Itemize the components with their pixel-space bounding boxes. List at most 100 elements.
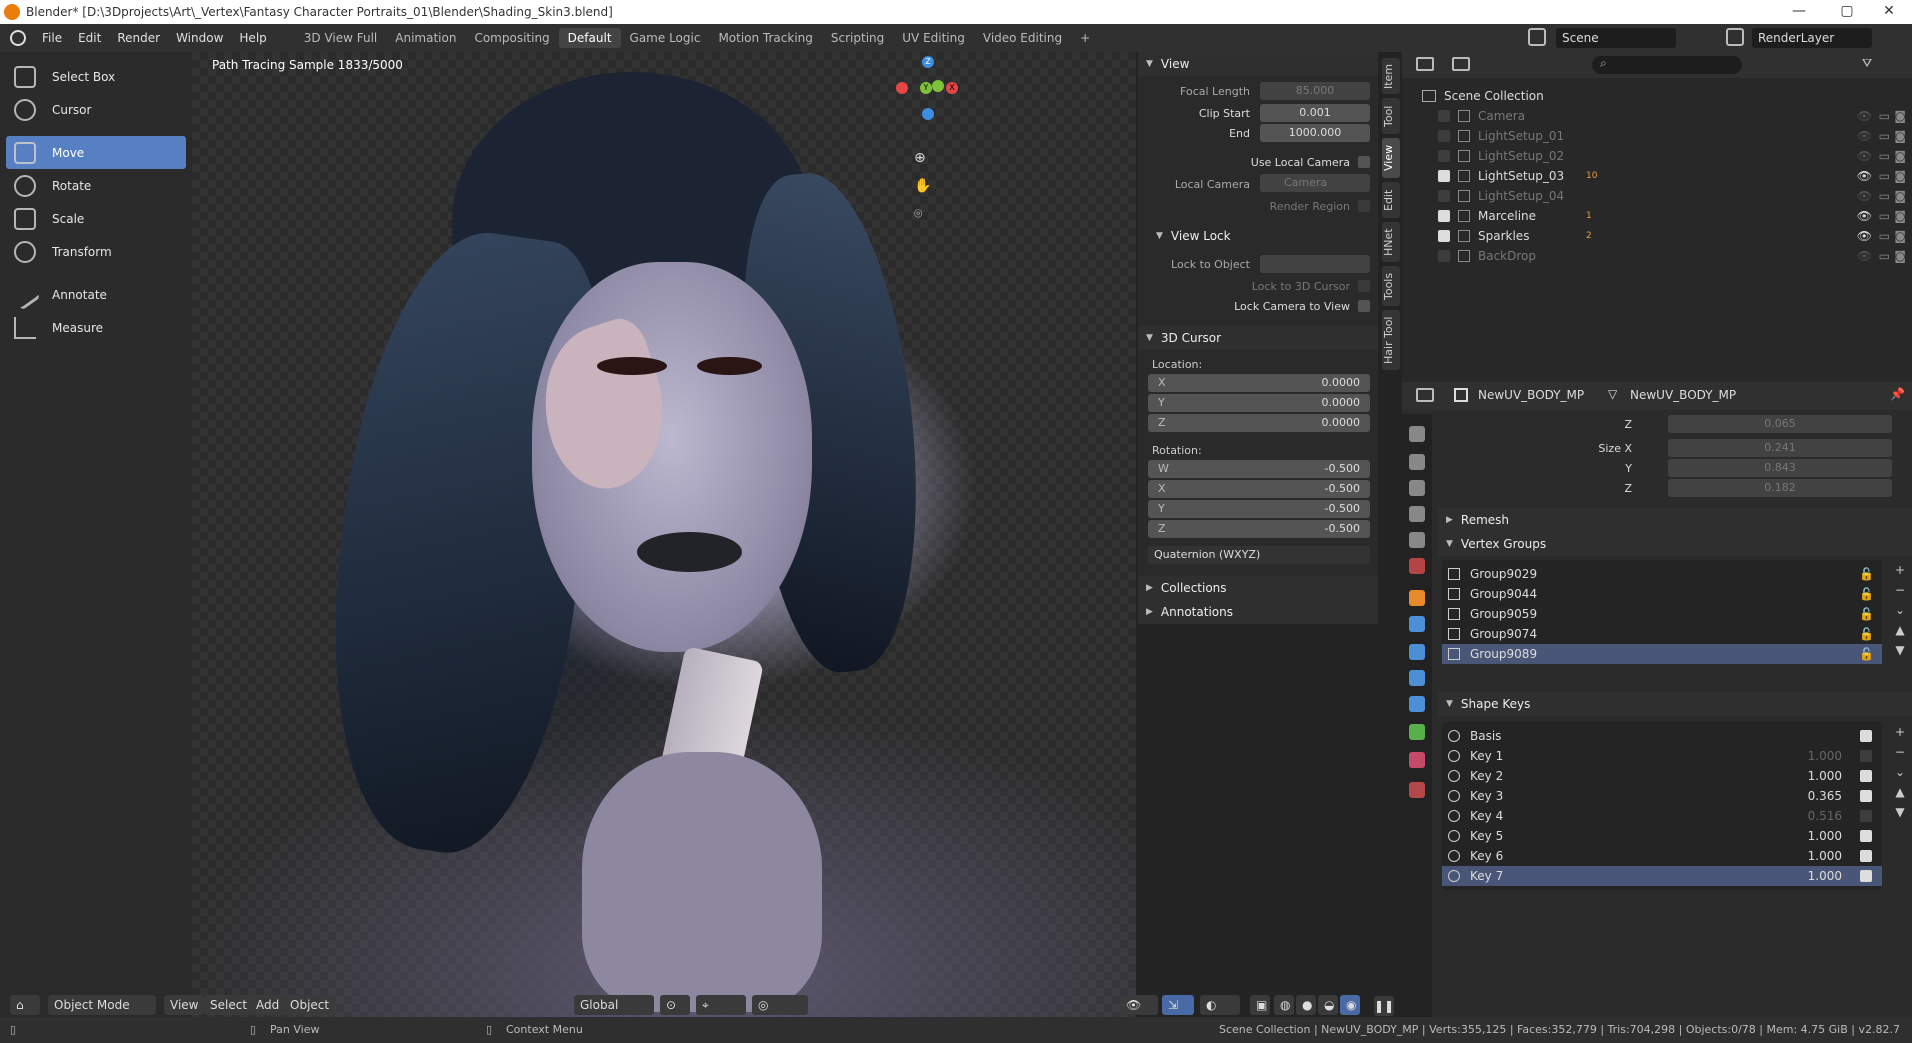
size-x-field[interactable]: 0.241	[1668, 439, 1892, 457]
3d-cursor-header[interactable]: ▼ 3D Cursor	[1138, 326, 1378, 350]
render-camera-icon[interactable]: ◙	[1894, 129, 1906, 143]
outliner-row[interactable]: Marceline 1 👁 ▭ ◙	[1402, 206, 1912, 226]
viewport-toggle-icon[interactable]: ▭	[1879, 169, 1890, 183]
outliner-editor-type-icon[interactable]	[1416, 57, 1434, 71]
add-workspace-button[interactable]: +	[1071, 28, 1099, 48]
vertex-group-row[interactable]: Group9044 🔓	[1442, 584, 1882, 604]
tool-scale[interactable]: Scale	[6, 202, 186, 235]
tool-cursor[interactable]: Cursor	[6, 93, 186, 126]
add-menu[interactable]: Add	[250, 995, 286, 1015]
close-button[interactable]: ✕	[1866, 0, 1912, 24]
scene-selector[interactable]: Scene	[1556, 28, 1676, 48]
physics-icon[interactable]	[1409, 670, 1425, 686]
outliner-search-input[interactable]: ⌕	[1592, 56, 1742, 74]
exclude-checkbox[interactable]	[1438, 110, 1450, 122]
remove-vertex-group-button[interactable]: −	[1892, 580, 1908, 600]
remove-shape-key-button[interactable]: −	[1892, 742, 1908, 762]
vertex-group-row[interactable]: Group9089 🔓	[1442, 644, 1882, 664]
vertex-groups-header[interactable]: ▼ Vertex Groups	[1438, 532, 1912, 556]
outliner-row[interactable]: LightSetup_04 👁 ▭ ◙	[1402, 186, 1912, 206]
menu-window[interactable]: Window	[168, 31, 231, 45]
outliner-row[interactable]: Sparkles 2 👁 ▭ ◙	[1402, 226, 1912, 246]
cursor-location-y[interactable]: Y 0.0000	[1148, 394, 1370, 412]
gizmo-neg-z-axis[interactable]	[922, 108, 934, 120]
shape-key-row[interactable]: Key 6 1.000	[1442, 846, 1882, 866]
exclude-checkbox[interactable]	[1438, 230, 1450, 242]
cursor-location-x[interactable]: X 0.0000	[1148, 374, 1370, 392]
select-menu[interactable]: Select	[204, 995, 254, 1015]
exclude-checkbox[interactable]	[1438, 150, 1450, 162]
size-y-field[interactable]: 0.843	[1668, 459, 1892, 477]
pivot-icon[interactable]: ⊙	[660, 995, 690, 1015]
size-z-field[interactable]: 0.182	[1668, 479, 1892, 497]
shape-key-value[interactable]: 1.000	[1808, 849, 1842, 863]
scene-properties-icon[interactable]	[1409, 532, 1425, 548]
annotations-header[interactable]: ▶ Annotations	[1138, 600, 1378, 624]
cursor-rotation-w[interactable]: W -0.500	[1148, 460, 1370, 478]
tab-uv-editing[interactable]: UV Editing	[893, 28, 974, 48]
filter-icon[interactable]: ⛛	[1862, 56, 1872, 71]
wireframe-shading-icon[interactable]: ◍	[1274, 995, 1294, 1015]
viewport-toggle-icon[interactable]: ▭	[1879, 249, 1890, 263]
tab-animation[interactable]: Animation	[386, 28, 465, 48]
shape-key-mute-checkbox[interactable]	[1860, 730, 1872, 742]
render-camera-icon[interactable]: ◙	[1894, 209, 1906, 223]
solid-shading-icon[interactable]: ●	[1296, 995, 1316, 1015]
tool-annotate[interactable]: Annotate	[6, 278, 186, 311]
shape-key-row[interactable]: Key 3 0.365	[1442, 786, 1882, 806]
render-camera-icon[interactable]: ◙	[1894, 229, 1906, 243]
shape-key-down-icon[interactable]: ▼	[1892, 802, 1908, 822]
tool-move[interactable]: Move	[6, 136, 186, 169]
shape-key-row[interactable]: Basis	[1442, 726, 1882, 746]
render-region-checkbox[interactable]	[1358, 200, 1370, 212]
tab-video-editing[interactable]: Video Editing	[974, 28, 1071, 48]
shape-key-value[interactable]: 1.000	[1808, 749, 1842, 763]
vertex-group-row[interactable]: Group9074 🔓	[1442, 624, 1882, 644]
gizmo-toggle-icon[interactable]: ⇲	[1162, 995, 1194, 1015]
render-camera-icon[interactable]: ◙	[1894, 249, 1906, 263]
outliner-row[interactable]: BackDrop 👁 ▭ ◙	[1402, 246, 1912, 266]
lock-icon[interactable]: 🔓	[1859, 567, 1874, 581]
cursor-location-z[interactable]: Z 0.0000	[1148, 414, 1370, 432]
maximize-button[interactable]: ▢	[1824, 0, 1870, 24]
object-properties-icon[interactable]	[1409, 590, 1425, 606]
gizmo-neg-x-axis[interactable]	[896, 82, 908, 94]
lock-icon[interactable]: 🔓	[1859, 587, 1874, 601]
pan-hand-icon[interactable]: ✋	[914, 178, 931, 194]
view-menu[interactable]: View	[164, 995, 205, 1015]
shape-key-mute-checkbox[interactable]	[1860, 770, 1872, 782]
tab-motion-tracking[interactable]: Motion Tracking	[709, 28, 821, 48]
tool-rotate[interactable]: Rotate	[6, 169, 186, 202]
zoom-icon[interactable]: ⊕	[914, 150, 926, 166]
tab-item[interactable]: Item	[1382, 58, 1400, 94]
shape-key-up-icon[interactable]: ▲	[1892, 782, 1908, 802]
tool-select-box[interactable]: Select Box	[6, 60, 186, 93]
scene-collection-row[interactable]: Scene Collection	[1402, 86, 1912, 106]
outliner-row[interactable]: Camera 👁 ▭ ◙	[1402, 106, 1912, 126]
editor-type-button[interactable]: ⌂	[10, 995, 40, 1015]
tab-hnet[interactable]: HNet	[1382, 222, 1400, 262]
menu-help[interactable]: Help	[231, 31, 274, 45]
modifier-wrench-icon[interactable]	[1409, 616, 1425, 632]
tab-scripting[interactable]: Scripting	[822, 28, 893, 48]
shape-key-row[interactable]: Key 2 1.000	[1442, 766, 1882, 786]
exclude-checkbox[interactable]	[1438, 170, 1450, 182]
shape-key-row[interactable]: Key 4 0.516	[1442, 806, 1882, 826]
rotation-mode-dropdown[interactable]: Quaternion (WXYZ)	[1148, 546, 1370, 564]
pause-render-button[interactable]: ❚❚	[1374, 996, 1394, 1016]
clip-start-field[interactable]: 0.001	[1260, 104, 1370, 122]
renderlayer-selector[interactable]: RenderLayer	[1752, 28, 1872, 48]
render-camera-icon[interactable]: ◙	[1894, 109, 1906, 123]
constraints-icon[interactable]	[1409, 696, 1425, 712]
render-camera-icon[interactable]: ◙	[1894, 189, 1906, 203]
gizmo-y-axis[interactable]: Y	[920, 82, 932, 94]
clip-end-field[interactable]: 1000.000	[1260, 124, 1370, 142]
world-properties-icon[interactable]	[1409, 558, 1425, 574]
viewport-toggle-icon[interactable]: ▭	[1879, 109, 1890, 123]
view-panel-header[interactable]: ▼ View	[1138, 52, 1378, 76]
tab-compositing[interactable]: Compositing	[465, 28, 558, 48]
shape-key-mute-checkbox[interactable]	[1860, 750, 1872, 762]
tab-hair-tool[interactable]: Hair Tool	[1382, 310, 1400, 370]
local-camera-field[interactable]: Camera	[1260, 174, 1370, 192]
outliner-row[interactable]: LightSetup_01 👁 ▭ ◙	[1402, 126, 1912, 146]
